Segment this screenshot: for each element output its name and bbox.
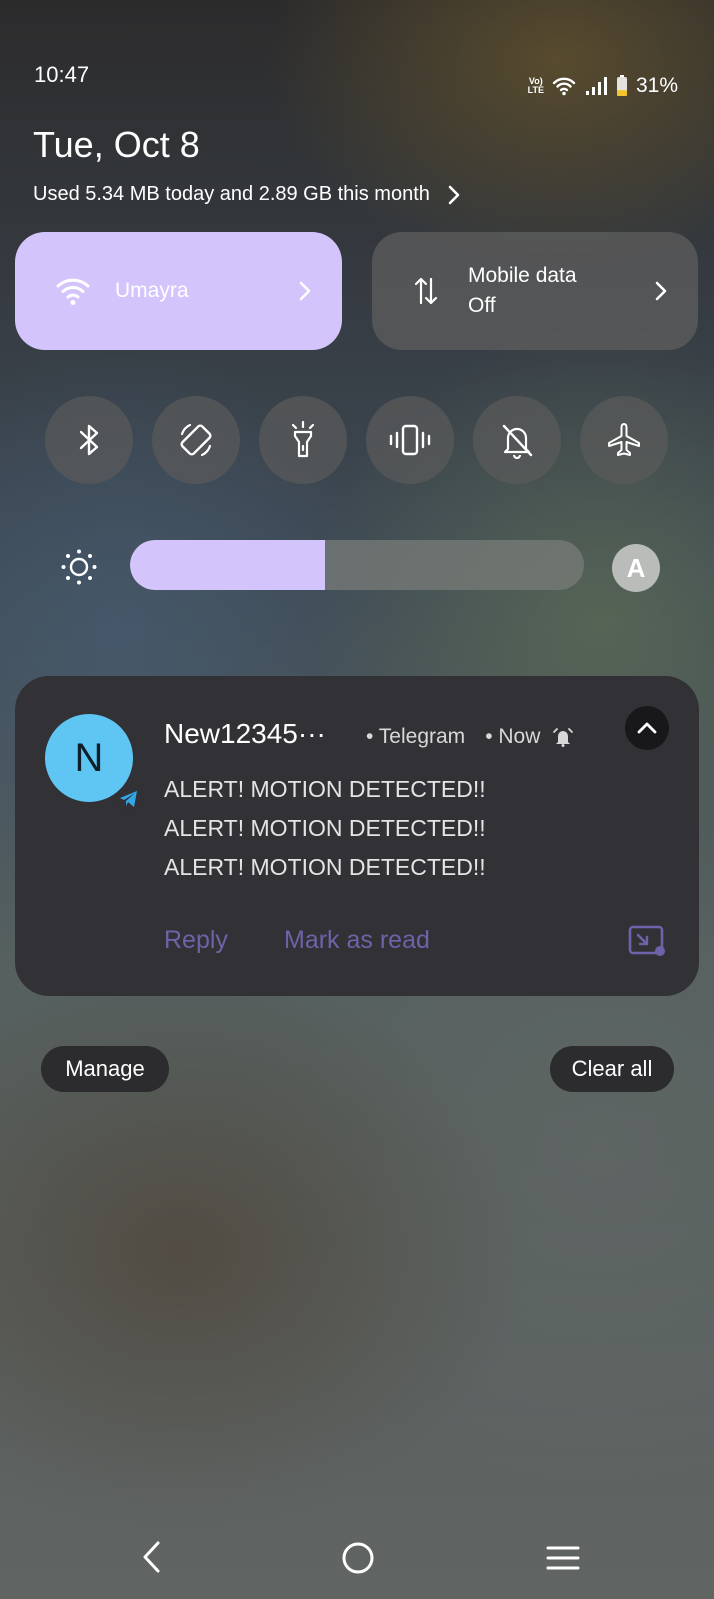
status-time: 10:47: [34, 62, 90, 87]
notification-message-1: ALERT! MOTION DETECTED!!: [164, 776, 486, 802]
notification-message-3: ALERT! MOTION DETECTED!!: [164, 854, 486, 880]
back-icon[interactable]: [140, 1540, 162, 1574]
manage-button[interactable]: Manage: [41, 1046, 169, 1092]
clear-all-button[interactable]: Clear all: [550, 1046, 674, 1092]
vibrate-toggle[interactable]: [366, 396, 454, 484]
recent-apps-icon[interactable]: [546, 1544, 580, 1572]
notification-time: • Now: [485, 725, 541, 748]
notification-sender: New12345···: [164, 718, 326, 749]
collapse-button[interactable]: [625, 706, 669, 750]
notification-app-name: • Telegram: [366, 725, 466, 748]
rotate-icon: [180, 423, 212, 457]
airplane-icon: [608, 423, 640, 456]
popout-icon[interactable]: [628, 924, 666, 958]
battery-icon: [616, 75, 627, 96]
data-arrows-icon: [414, 277, 438, 305]
bell-off-icon: [502, 424, 533, 459]
alarm-bell-icon: [553, 728, 574, 747]
vibrate-icon: [389, 424, 431, 456]
brightness-icon: [61, 549, 97, 585]
flashlight-toggle[interactable]: [259, 396, 347, 484]
wifi-network-name: Umayra: [115, 279, 189, 302]
wifi-status-icon: [552, 77, 576, 96]
date-label: Tue, Oct 8: [33, 124, 200, 165]
reply-button[interactable]: Reply: [164, 926, 228, 955]
telegram-icon: [120, 791, 137, 807]
bluetooth-toggle[interactable]: [45, 396, 133, 484]
home-icon[interactable]: [340, 1540, 376, 1576]
brightness-slider-fill: [130, 540, 326, 590]
wifi-tile[interactable]: Umayra: [15, 232, 342, 350]
mobile-data-label: Mobile data Off: [468, 264, 577, 317]
wifi-icon: [56, 278, 90, 305]
data-usage-text: Used 5.34 MB today and 2.89 GB this mont…: [33, 183, 430, 205]
chevron-up-icon: [637, 722, 657, 734]
mark-as-read-button[interactable]: Mark as read: [284, 926, 430, 955]
auto-rotate-toggle[interactable]: [152, 396, 240, 484]
signal-icon: [585, 77, 607, 95]
bluetooth-icon: [79, 424, 99, 456]
chevron-right-icon: [448, 185, 460, 204]
mobile-data-tile[interactable]: Mobile data Off: [372, 232, 698, 350]
brightness-slider[interactable]: [130, 540, 584, 590]
battery-percent: 31%: [635, 74, 678, 97]
mute-notifications-toggle[interactable]: [473, 396, 561, 484]
flashlight-icon: [291, 420, 315, 458]
airplane-mode-toggle[interactable]: [580, 396, 668, 484]
wifi-details-chevron-icon[interactable]: [298, 280, 312, 302]
notification-message-2: ALERT! MOTION DETECTED!!: [164, 815, 486, 841]
status-icons: Vo) LTE 31%: [528, 74, 678, 98]
notification-meta: • Telegram • Now: [366, 725, 574, 749]
mobile-data-chevron-icon[interactable]: [654, 280, 668, 302]
telegram-badge: [116, 786, 142, 812]
data-usage-link[interactable]: Used 5.34 MB today and 2.89 GB this mont…: [33, 183, 460, 206]
auto-brightness-button[interactable]: A: [612, 544, 660, 592]
volte-icon: Vo) LTE: [527, 76, 544, 95]
